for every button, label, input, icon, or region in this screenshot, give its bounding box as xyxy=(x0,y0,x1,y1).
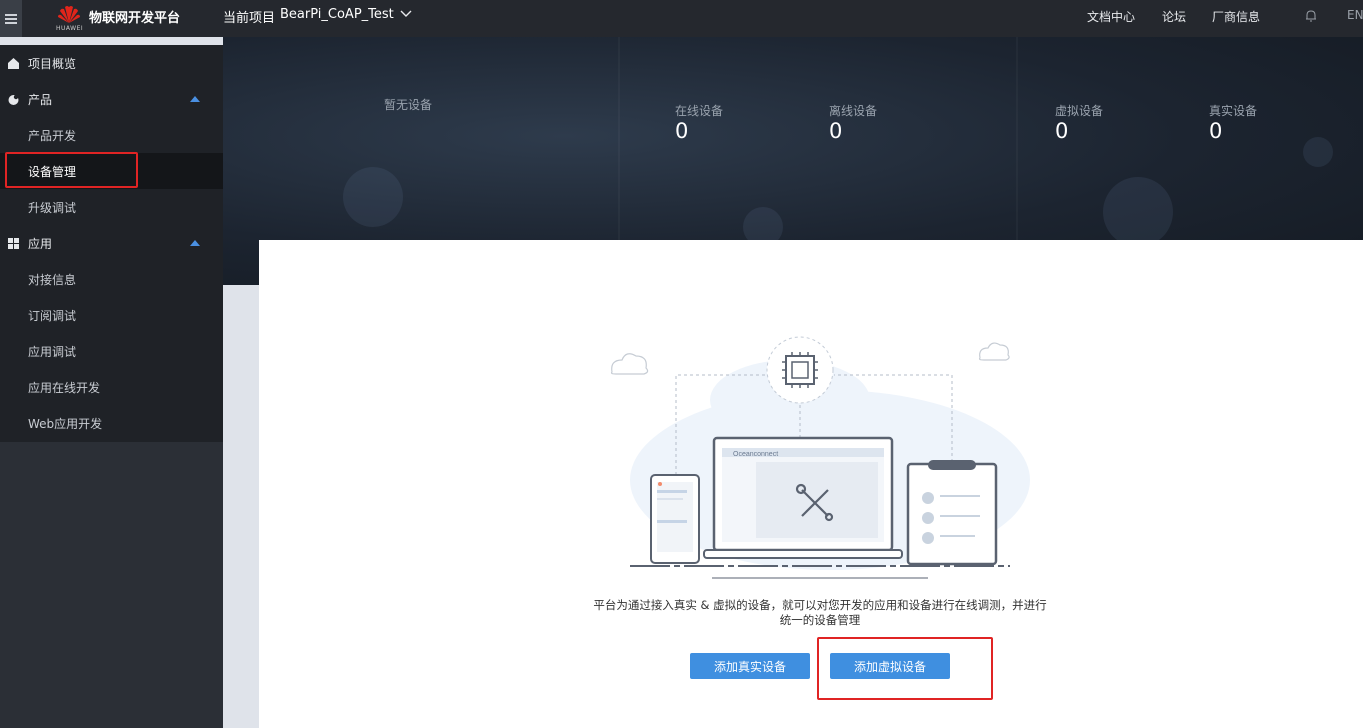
hamburger-icon[interactable] xyxy=(0,0,22,37)
project-name[interactable]: BearPi_CoAP_Test xyxy=(280,7,394,22)
platform-title[interactable]: 物联网开发平台 xyxy=(89,7,180,26)
no-device-text: 暂无设备 xyxy=(384,98,433,112)
project-label: 当前项目 xyxy=(223,11,276,26)
sidebar-item-label: 应用调试 xyxy=(28,344,77,359)
stat-offline: 离线设备 0 xyxy=(829,102,877,143)
link-forum[interactable]: 论坛 xyxy=(1162,8,1186,25)
product-icon xyxy=(8,94,19,105)
language-switch[interactable]: EN xyxy=(1347,8,1363,22)
sidebar-item-subscription-debug[interactable]: 订阅调试 xyxy=(0,297,223,333)
top-bar: HUAWEI 物联网开发平台 当前项目 BearPi_CoAP_Test 文档中… xyxy=(0,0,1363,37)
sidebar-item-label: 升级调试 xyxy=(28,200,77,215)
link-docs[interactable]: 文档中心 xyxy=(1087,8,1135,25)
link-vendor-info[interactable]: 厂商信息 xyxy=(1212,8,1260,25)
sidebar-item-app-online-dev[interactable]: 应用在线开发 xyxy=(0,369,223,405)
stat-online: 在线设备 0 xyxy=(675,102,723,143)
sidebar-item-label: 对接信息 xyxy=(28,272,77,287)
caret-up-icon xyxy=(190,240,200,246)
sidebar-item-label: Web应用开发 xyxy=(28,416,103,431)
sidebar-item-label: 应用 xyxy=(28,236,53,251)
device-debug-illustration: Oceanconnect xyxy=(610,336,1030,579)
apps-icon xyxy=(8,237,19,249)
sidebar-item-label: 订阅调试 xyxy=(28,308,77,323)
add-virtual-device-button[interactable]: 添加虚拟设备 xyxy=(830,653,950,679)
sidebar-item-label: 产品 xyxy=(28,92,53,107)
stat-real: 真实设备 0 xyxy=(1209,102,1257,143)
caret-up-icon xyxy=(190,96,200,102)
sidebar-item-device-management[interactable]: 设备管理 xyxy=(0,153,223,189)
sidebar-item-app-debug[interactable]: 应用调试 xyxy=(0,333,223,369)
bell-icon[interactable] xyxy=(1305,9,1317,23)
sidebar-item-label: 项目概览 xyxy=(28,56,77,71)
stat-label: 虚拟设备 xyxy=(1055,104,1104,118)
sidebar-item-web-app-dev[interactable]: Web应用开发 xyxy=(0,405,223,441)
home-icon xyxy=(8,57,19,69)
add-real-device-button[interactable]: 添加真实设备 xyxy=(690,653,810,679)
brand-small-text: HUAWEI xyxy=(56,25,84,32)
stat-value: 0 xyxy=(1055,119,1069,143)
sidebar-item-product-dev[interactable]: 产品开发 xyxy=(0,117,223,153)
sidebar-item-upgrade-debug[interactable]: 升级调试 xyxy=(0,189,223,225)
stat-value: 0 xyxy=(829,119,843,143)
sidebar-empty-area xyxy=(0,442,223,728)
chevron-down-icon[interactable] xyxy=(400,8,412,20)
illustration-brand-text: Oceanconnect xyxy=(733,451,778,458)
sidebar-group-product[interactable]: 产品 xyxy=(0,81,223,117)
content-gutter xyxy=(223,285,259,728)
stat-label: 真实设备 xyxy=(1209,104,1258,118)
stat-label: 在线设备 xyxy=(675,104,724,118)
sidebar-group-apps[interactable]: 应用 xyxy=(0,225,223,261)
sidebar-item-label: 设备管理 xyxy=(28,164,77,179)
stat-value: 0 xyxy=(1209,119,1223,143)
sidebar: 项目概览 产品 产品开发 设备管理 升级调试 应用 对接信息 订阅调试 应用调试… xyxy=(0,45,223,442)
sidebar-item-label: 产品开发 xyxy=(28,128,77,143)
sidebar-item-label: 应用在线开发 xyxy=(28,380,101,395)
sidebar-item-overview[interactable]: 项目概览 xyxy=(0,45,223,81)
sidebar-item-integration-info[interactable]: 对接信息 xyxy=(0,261,223,297)
stat-label: 离线设备 xyxy=(829,104,878,118)
stat-virtual: 虚拟设备 0 xyxy=(1055,102,1103,143)
stat-value: 0 xyxy=(675,119,689,143)
device-management-description: 平台为通过接入真实 & 虚拟的设备，就可以对您开发的应用和设备进行在线调测，并进… xyxy=(593,598,1047,627)
